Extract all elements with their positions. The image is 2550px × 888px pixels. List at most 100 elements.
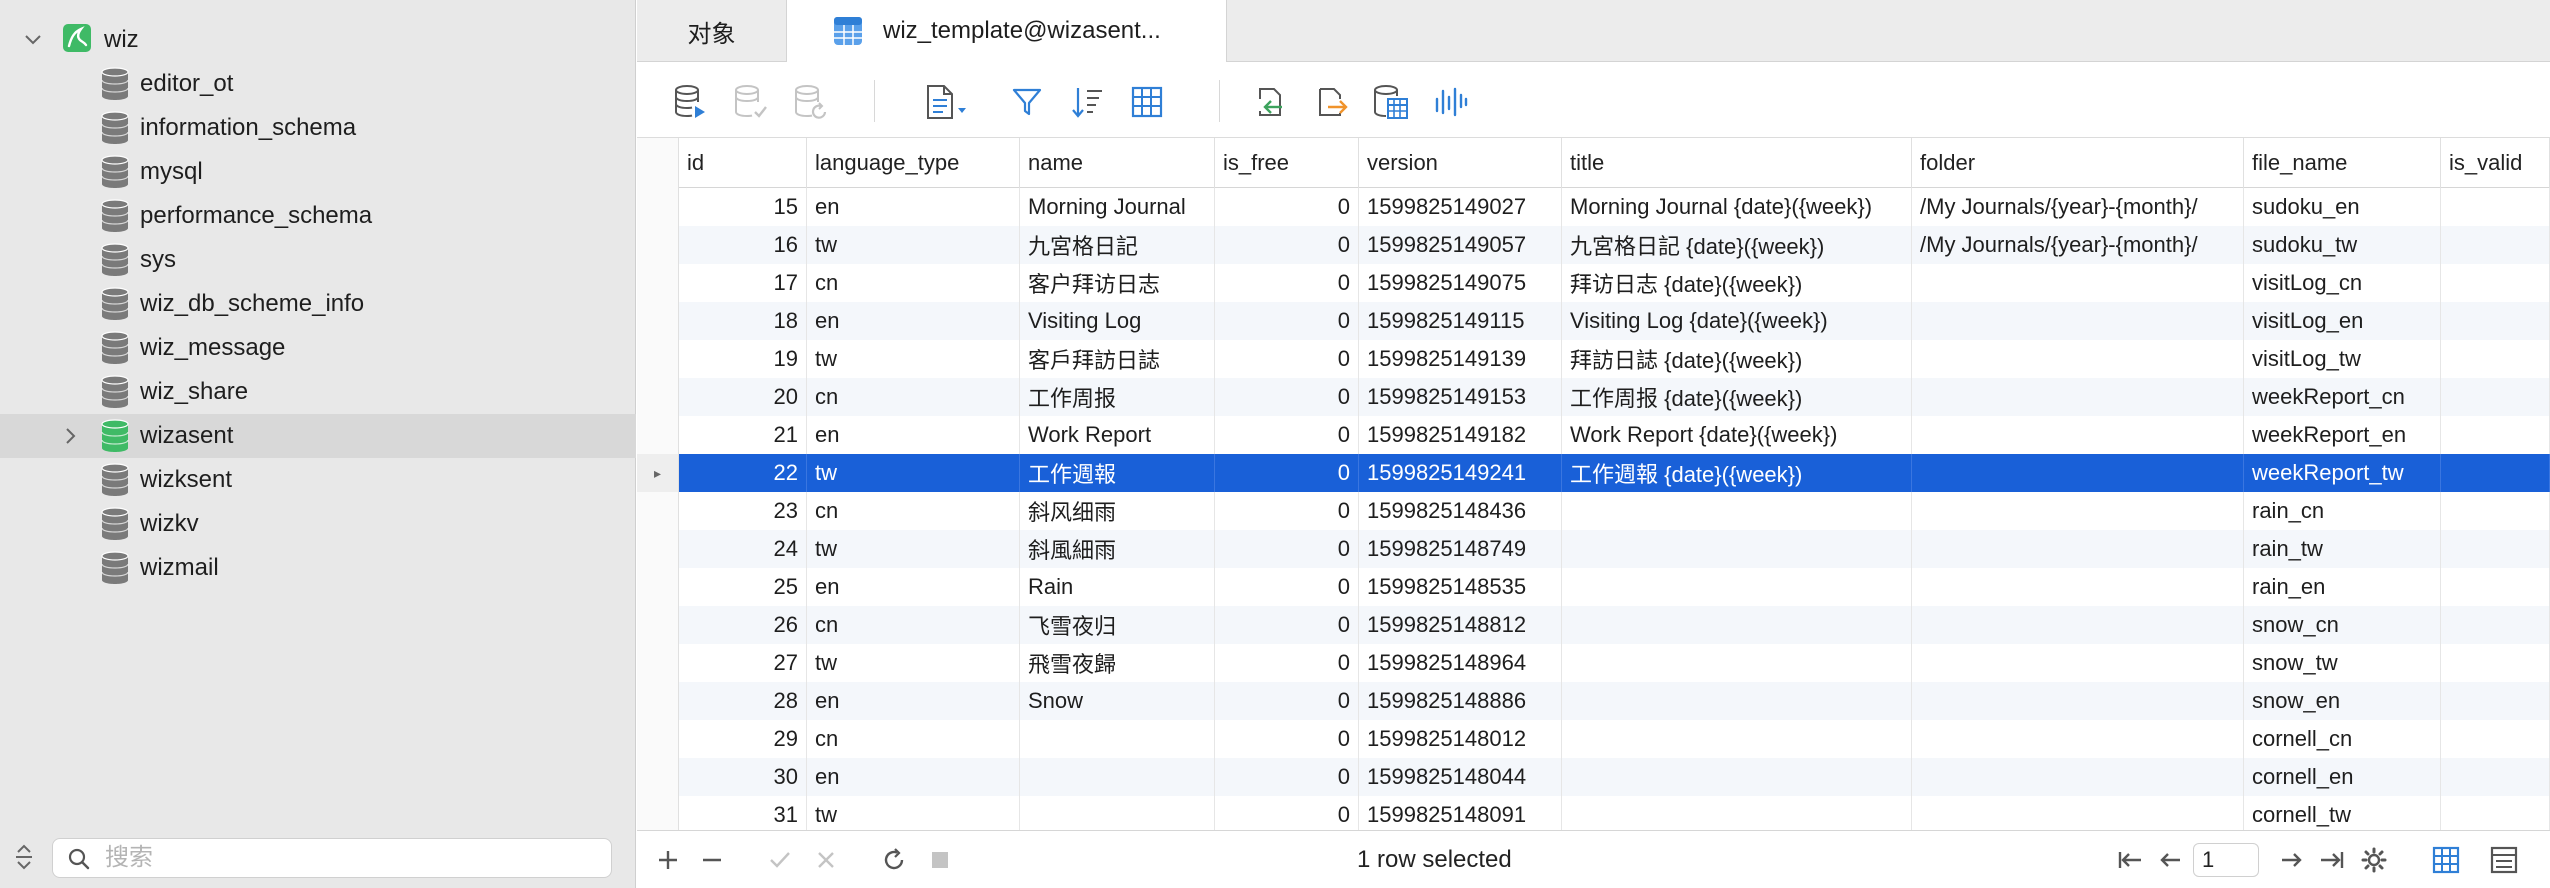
cell-is-valid[interactable] xyxy=(2441,302,2550,340)
cell-is-free[interactable]: 0 xyxy=(1215,606,1359,644)
cell-file-name[interactable]: rain_tw xyxy=(2244,530,2441,568)
cell-is-valid[interactable] xyxy=(2441,644,2550,682)
cell-is-valid[interactable] xyxy=(2441,264,2550,302)
table-row[interactable]: ▸ 22 tw 工作週報 0 1599825149241 工作週報 {date}({week… xyxy=(637,454,2550,492)
cell-is-free[interactable]: 0 xyxy=(1215,492,1359,530)
table-row[interactable]: 18 en Visiting Log 0 1599825149115 Visiting L… xyxy=(637,302,2550,340)
table-row[interactable]: 21 en Work Report 0 1599825149182 Work Report… xyxy=(637,416,2550,454)
cell-version[interactable]: 1599825148091 xyxy=(1359,796,1562,830)
table-row[interactable]: 17 cn 客户拜访日志 0 1599825149075 拜访日志 {date}({wee… xyxy=(637,264,2550,302)
database-item-mysql[interactable]: mysql xyxy=(0,150,636,194)
row-marker[interactable] xyxy=(637,226,679,264)
row-marker[interactable] xyxy=(637,796,679,830)
cell-is-free[interactable]: 0 xyxy=(1215,644,1359,682)
row-marker[interactable] xyxy=(637,644,679,682)
cell-file-name[interactable]: weekReport_en xyxy=(2244,416,2441,454)
form-mode-button[interactable] xyxy=(2489,845,2519,875)
cell-title[interactable] xyxy=(1562,682,1912,720)
cell-is-valid[interactable] xyxy=(2441,416,2550,454)
cell-name[interactable]: Work Report xyxy=(1020,416,1215,454)
table-row[interactable]: 28 en Snow 0 1599825148886 snow_en xyxy=(637,682,2550,720)
cell-title[interactable] xyxy=(1562,606,1912,644)
cell-version[interactable]: 1599825148044 xyxy=(1359,758,1562,796)
column-header-title[interactable]: title xyxy=(1562,138,1912,188)
last-page-button[interactable] xyxy=(2317,845,2347,875)
cell-is-valid[interactable] xyxy=(2441,492,2550,530)
cell-id[interactable]: 17 xyxy=(679,264,807,302)
row-marker[interactable] xyxy=(637,416,679,454)
cell-id[interactable]: 29 xyxy=(679,720,807,758)
cell-is-free[interactable]: 0 xyxy=(1215,796,1359,830)
tab-objects[interactable]: 对象 xyxy=(637,0,787,62)
cell-file-name[interactable]: sudoku_tw xyxy=(2244,226,2441,264)
cell-is-free[interactable]: 0 xyxy=(1215,720,1359,758)
next-page-button[interactable] xyxy=(2277,845,2307,875)
previous-page-button[interactable] xyxy=(2155,845,2185,875)
cell-title[interactable] xyxy=(1562,492,1912,530)
table-row[interactable]: 23 cn 斜风细雨 0 1599825148436 rain_cn xyxy=(637,492,2550,530)
cell-name[interactable]: 客户拜访日志 xyxy=(1020,264,1215,302)
cell-id[interactable]: 31 xyxy=(679,796,807,830)
cell-language-type[interactable]: cn xyxy=(807,606,1020,644)
cell-name[interactable]: Morning Journal xyxy=(1020,188,1215,226)
cell-is-free[interactable]: 0 xyxy=(1215,302,1359,340)
cell-folder[interactable] xyxy=(1912,264,2244,302)
cell-language-type[interactable]: cn xyxy=(807,720,1020,758)
import-button[interactable] xyxy=(1251,82,1291,122)
table-row[interactable]: 24 tw 斜風細雨 0 1599825148749 rain_tw xyxy=(637,530,2550,568)
chart-button[interactable] xyxy=(1431,82,1471,122)
column-header-name[interactable]: name xyxy=(1020,138,1215,188)
table-row[interactable]: 25 en Rain 0 1599825148535 rain_en xyxy=(637,568,2550,606)
column-header-file-name[interactable]: file_name xyxy=(2244,138,2441,188)
cell-is-free[interactable]: 0 xyxy=(1215,264,1359,302)
cell-version[interactable]: 1599825149139 xyxy=(1359,340,1562,378)
cell-name[interactable]: Rain xyxy=(1020,568,1215,606)
export-button[interactable] xyxy=(1311,82,1351,122)
cell-file-name[interactable]: cornell_tw xyxy=(2244,796,2441,830)
grid-mode-button[interactable] xyxy=(2431,845,2461,875)
table-row[interactable]: 27 tw 飛雪夜歸 0 1599825148964 snow_tw xyxy=(637,644,2550,682)
stop-button[interactable] xyxy=(925,845,955,875)
column-header-is-valid[interactable]: is_valid xyxy=(2441,138,2550,188)
cell-is-valid[interactable] xyxy=(2441,530,2550,568)
cell-language-type[interactable]: tw xyxy=(807,644,1020,682)
cell-version[interactable]: 1599825148436 xyxy=(1359,492,1562,530)
sort-button[interactable] xyxy=(1067,82,1107,122)
cell-id[interactable]: 16 xyxy=(679,226,807,264)
cell-version[interactable]: 1599825149241 xyxy=(1359,454,1562,492)
row-marker[interactable] xyxy=(637,568,679,606)
cell-file-name[interactable]: visitLog_cn xyxy=(2244,264,2441,302)
cell-is-valid[interactable] xyxy=(2441,188,2550,226)
cell-folder[interactable] xyxy=(1912,758,2244,796)
cell-language-type[interactable]: tw xyxy=(807,454,1020,492)
cell-language-type[interactable]: en xyxy=(807,188,1020,226)
cell-file-name[interactable]: weekReport_tw xyxy=(2244,454,2441,492)
cell-is-valid[interactable] xyxy=(2441,568,2550,606)
cell-is-free[interactable]: 0 xyxy=(1215,378,1359,416)
row-marker[interactable] xyxy=(637,758,679,796)
cell-is-valid[interactable] xyxy=(2441,720,2550,758)
cell-language-type[interactable]: cn xyxy=(807,264,1020,302)
table-row[interactable]: 30 en 0 1599825148044 cornell_en xyxy=(637,758,2550,796)
cell-folder[interactable] xyxy=(1912,530,2244,568)
cell-id[interactable]: 24 xyxy=(679,530,807,568)
cell-version[interactable]: 1599825148012 xyxy=(1359,720,1562,758)
filter-button[interactable] xyxy=(1007,82,1047,122)
connection-wiz[interactable]: wiz xyxy=(0,18,636,62)
cell-file-name[interactable]: rain_cn xyxy=(2244,492,2441,530)
database-item-editor-ot[interactable]: editor_ot xyxy=(0,62,636,106)
database-item-sys[interactable]: sys xyxy=(0,238,636,282)
cell-id[interactable]: 15 xyxy=(679,188,807,226)
cell-title[interactable]: 工作週報 {date}({week}) xyxy=(1562,454,1912,492)
table-row[interactable]: 29 cn 0 1599825148012 cornell_cn xyxy=(637,720,2550,758)
apply-changes-button[interactable] xyxy=(765,845,795,875)
cell-version[interactable]: 1599825149153 xyxy=(1359,378,1562,416)
cell-folder[interactable] xyxy=(1912,340,2244,378)
cell-version[interactable]: 1599825148749 xyxy=(1359,530,1562,568)
cell-title[interactable] xyxy=(1562,796,1912,830)
table-row[interactable]: 15 en Morning Journal 0 1599825149027 Morning… xyxy=(637,188,2550,226)
cell-name[interactable]: 工作周报 xyxy=(1020,378,1215,416)
column-header-id[interactable]: id xyxy=(679,138,807,188)
cell-file-name[interactable]: cornell_cn xyxy=(2244,720,2441,758)
cell-name[interactable]: Visiting Log xyxy=(1020,302,1215,340)
